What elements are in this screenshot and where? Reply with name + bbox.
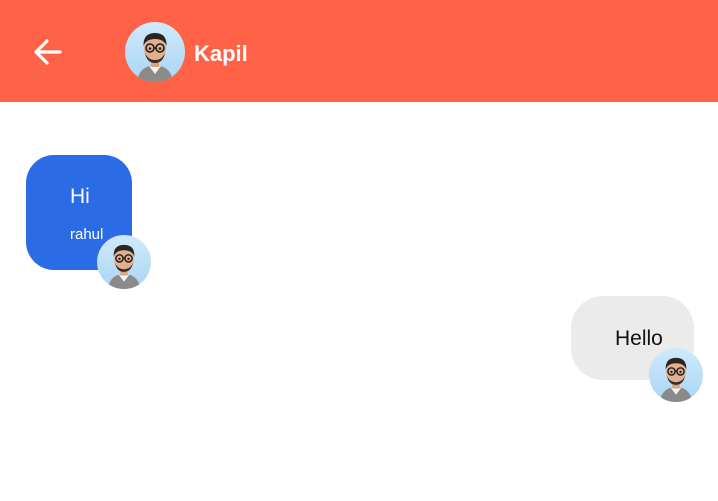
- chat-screen: Kapil Hi rahul Hello: [0, 0, 718, 501]
- contact-avatar[interactable]: [125, 22, 185, 82]
- contact-name[interactable]: Kapil: [194, 41, 248, 67]
- memoji-avatar-icon: [649, 348, 703, 402]
- chat-header: Kapil: [0, 0, 718, 102]
- arrow-left-icon: [34, 39, 62, 65]
- back-button[interactable]: [30, 36, 66, 68]
- message-text: Hi: [70, 185, 90, 208]
- sender-avatar: [97, 235, 151, 289]
- memoji-avatar-icon: [97, 235, 151, 289]
- own-avatar: [649, 348, 703, 402]
- memoji-avatar-icon: [125, 22, 185, 82]
